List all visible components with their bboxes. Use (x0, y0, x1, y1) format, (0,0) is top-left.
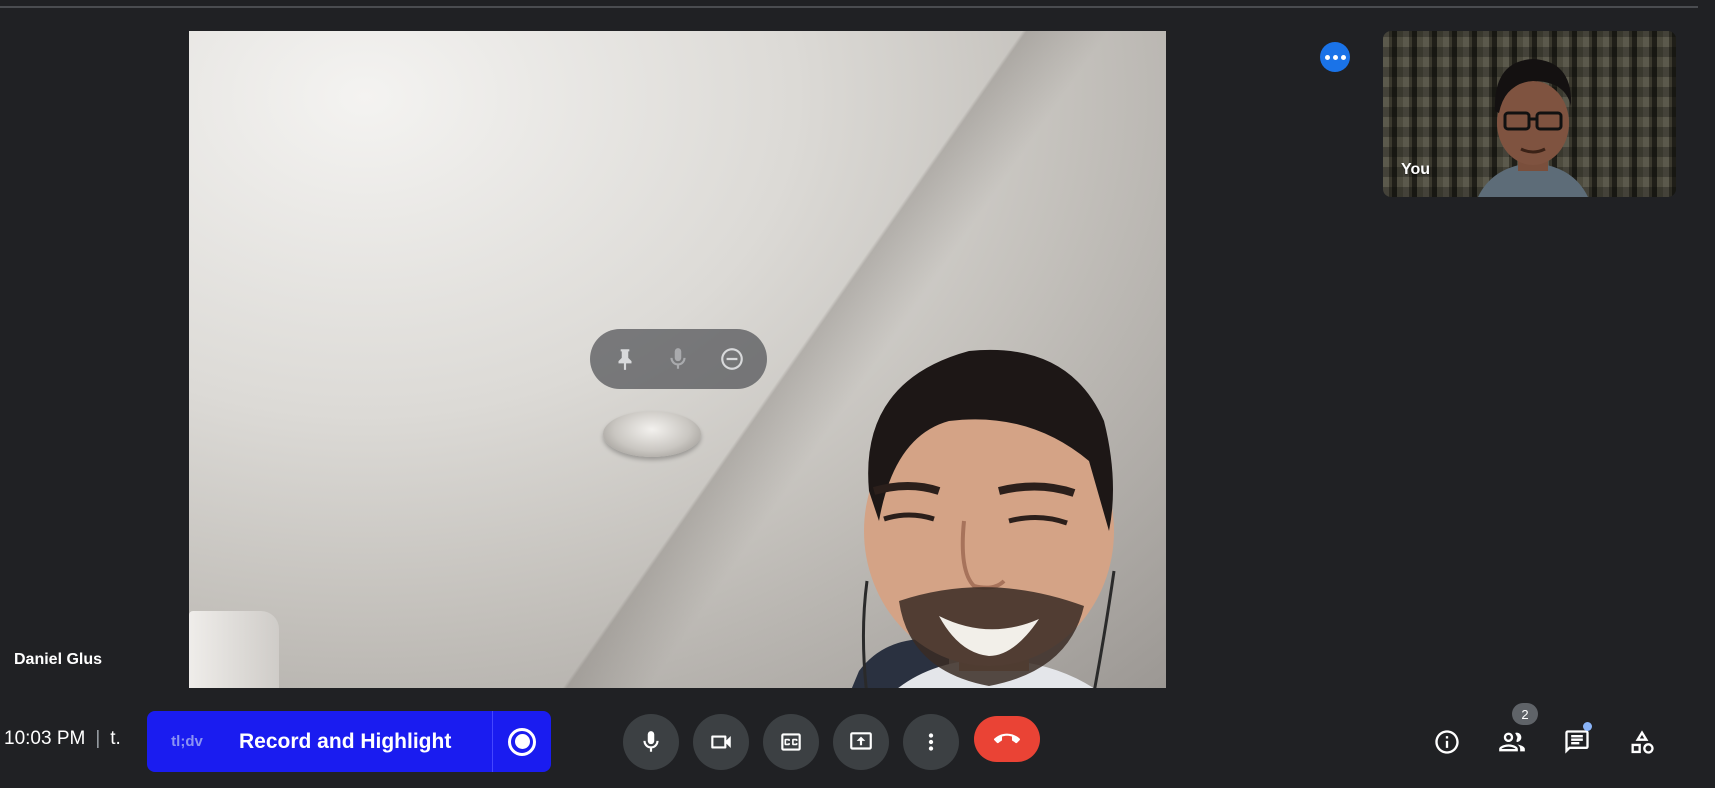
meeting-details-button[interactable] (1429, 724, 1465, 760)
pin-button[interactable] (608, 342, 642, 376)
record-dot (514, 734, 530, 749)
self-tile-more-options-button[interactable] (1320, 42, 1350, 72)
present-button[interactable] (833, 714, 889, 770)
tldv-record-button[interactable] (493, 711, 551, 772)
camera-icon (711, 735, 731, 749)
record-and-highlight-button[interactable]: Record and Highlight (227, 730, 492, 754)
tldv-logo: tl;dv (171, 733, 203, 750)
people-button[interactable] (1494, 724, 1530, 760)
more-dot-2 (1332, 54, 1338, 60)
activities-icon (1631, 730, 1654, 754)
more-dot-3 (1340, 54, 1346, 60)
tile-controls (590, 329, 767, 389)
meeting-time: 10:03 PM (4, 728, 86, 749)
microphone-icon (643, 731, 659, 752)
chat-notification-dot (1583, 722, 1592, 731)
end-call-icon (994, 733, 1020, 744)
lamp-shade (189, 611, 279, 688)
meeting-separator: | (95, 728, 101, 749)
people-count-badge: 2 (1512, 703, 1538, 725)
mic-icon (670, 348, 687, 369)
leave-call-button[interactable] (974, 716, 1040, 762)
more-dots-icon (1324, 54, 1330, 60)
ceiling-light (603, 411, 701, 457)
microphone-button[interactable] (623, 714, 679, 770)
self-video-tile[interactable]: You (1383, 31, 1676, 197)
captions-icon (781, 733, 801, 751)
pin-icon (618, 349, 632, 370)
self-video (1478, 59, 1588, 197)
meeting-code: t. (110, 728, 121, 749)
camera-button[interactable] (693, 714, 749, 770)
more-options-button[interactable] (903, 714, 959, 770)
participant-video (851, 349, 1116, 688)
captions-button[interactable] (763, 714, 819, 770)
remove-participant-button[interactable] (715, 342, 749, 376)
tldv-record-widget: tl;dv Record and Highlight (147, 711, 551, 772)
self-label: You (1401, 161, 1431, 178)
participant-name: Daniel Glus (14, 651, 103, 668)
present-icon (850, 732, 872, 750)
mute-participant-button[interactable] (661, 342, 695, 376)
chat-icon (1565, 730, 1589, 754)
activities-button[interactable] (1624, 724, 1660, 760)
meeting-info: 10:03 PM | t. (4, 728, 121, 750)
top-divider (0, 6, 1698, 8)
remove-icon (721, 348, 743, 370)
info-icon (1435, 730, 1459, 754)
more-vert-icon (928, 733, 934, 751)
people-icon (1499, 732, 1525, 752)
record-icon (508, 727, 536, 756)
